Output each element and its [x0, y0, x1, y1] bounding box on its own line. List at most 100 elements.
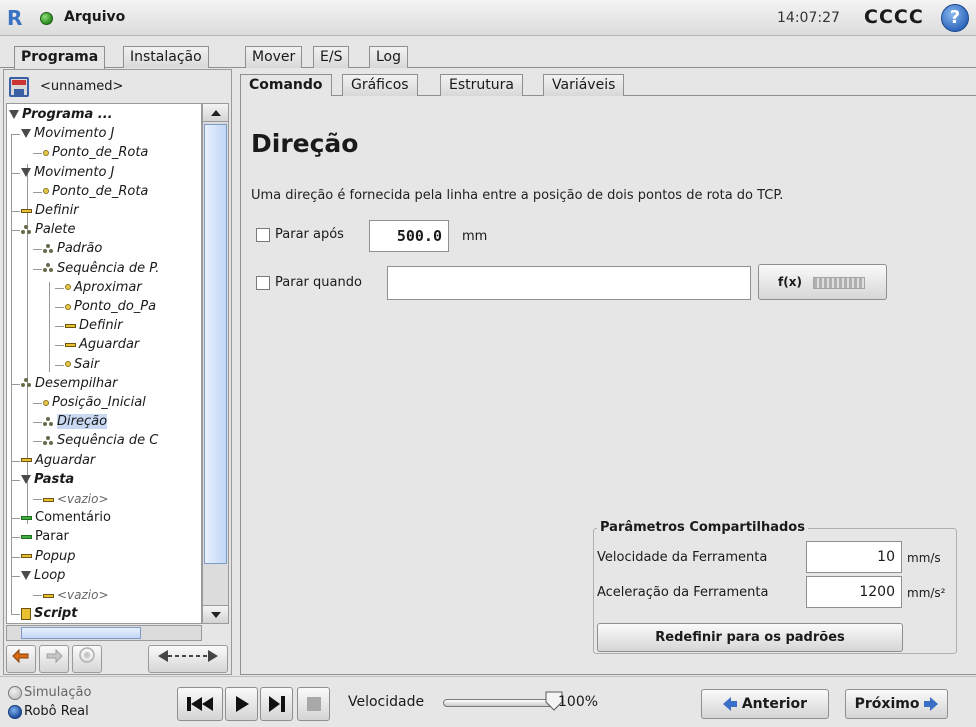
tree-connector — [11, 383, 20, 385]
tree-horizontal-scrollbar[interactable] — [6, 625, 202, 641]
tree-node[interactable]: Programa ... — [9, 106, 113, 124]
tree-node[interactable]: Popup — [21, 548, 76, 566]
program-tree[interactable]: Programa ... Movimento J Ponto_de_Rota Movi… — [6, 103, 202, 624]
tree-node[interactable]: Parar — [21, 528, 69, 546]
tree-node[interactable]: Script — [21, 605, 77, 623]
play-button[interactable] — [225, 687, 258, 721]
direction-description: Uma direção é fornecida pela linha entre… — [251, 188, 784, 203]
bar-icon — [65, 342, 76, 347]
tab-comando[interactable]: Comando — [240, 74, 332, 97]
tree-node[interactable]: Direção — [43, 413, 108, 431]
tree-node[interactable]: Aproximar — [65, 279, 142, 297]
tree-node[interactable]: <vazio> — [43, 490, 109, 508]
step-icon — [268, 696, 285, 712]
scroll-up-button[interactable] — [203, 104, 228, 122]
tree-connector — [33, 441, 42, 443]
step-button[interactable] — [260, 687, 293, 721]
expression-editor-button[interactable]: f(x) — [758, 264, 887, 300]
tree-node[interactable]: <vazio> — [43, 586, 109, 604]
stop-when-checkbox[interactable] — [256, 276, 270, 290]
waypoint-icon — [65, 361, 71, 368]
undo-button[interactable] — [6, 645, 36, 673]
tab-programa[interactable]: Programa — [14, 46, 106, 69]
shared-parameters-group: Parâmetros Compartilhados Velocidade da … — [593, 520, 957, 654]
node-tab-bar: Comando Gráficos Estrutura Variáveis — [240, 74, 976, 97]
tool-acceleration-input[interactable]: 1200 — [806, 576, 902, 608]
tree-node[interactable]: Pasta — [21, 471, 74, 489]
stop-when-row[interactable]: Parar quando — [256, 270, 386, 298]
skip-back-icon — [187, 697, 213, 711]
tree-node[interactable]: Definir — [65, 317, 123, 335]
tree-node[interactable]: Sequência de C — [43, 432, 158, 450]
tree-node[interactable]: Movimento J — [21, 164, 114, 182]
previous-button[interactable]: Anterior — [701, 689, 829, 719]
help-button[interactable]: ? — [941, 4, 969, 32]
tree-node[interactable]: Ponto_do_Pa — [65, 298, 156, 316]
real-robot-radio[interactable] — [8, 705, 22, 719]
tree-node-label: Popup — [35, 548, 76, 564]
tree-node[interactable]: Ponto_de_Rota — [43, 144, 148, 162]
command-panel: Direção Uma direção é fornecida pela lin… — [240, 96, 976, 675]
tree-node[interactable]: Movimento J — [21, 125, 114, 143]
redo-button[interactable] — [39, 645, 69, 673]
real-robot-option[interactable]: Robô Real — [8, 704, 148, 722]
tree-node[interactable]: Sair — [65, 356, 99, 374]
triangle-icon — [21, 167, 31, 177]
speed-label: Velocidade — [348, 694, 425, 710]
tab-mover[interactable]: Mover — [245, 46, 303, 68]
tree-node[interactable]: Aguardar — [65, 336, 139, 354]
tree-node-label: Desempilhar — [35, 375, 118, 391]
tree-node[interactable]: Posição_Inicial — [43, 394, 146, 412]
tree-toolbar — [6, 645, 231, 673]
tree-node-label: Palete — [35, 222, 76, 238]
suppress-button[interactable] — [72, 645, 102, 673]
stop-after-checkbox[interactable] — [256, 228, 270, 242]
speed-slider[interactable] — [443, 699, 554, 707]
tab-estrutura[interactable]: Estrutura — [440, 74, 523, 96]
waypoint-icon — [43, 399, 49, 406]
simulation-option[interactable]: Simulação — [8, 685, 148, 703]
tree-node[interactable]: Comentário — [21, 509, 111, 527]
tab-log[interactable]: Log — [369, 46, 409, 68]
suppress-icon — [79, 647, 95, 663]
tree-node[interactable]: Aguardar — [21, 452, 95, 470]
tree-node-label: Movimento J — [34, 126, 115, 142]
tree-vertical-scrollbar[interactable] — [202, 103, 229, 624]
play-icon — [235, 696, 249, 712]
tree-node[interactable]: Desempilhar — [21, 375, 117, 393]
waypoint-icon — [43, 188, 49, 195]
arrow-left-icon — [722, 697, 731, 711]
tab-instalacao[interactable]: Instalação — [123, 46, 209, 68]
stop-after-distance-input[interactable]: 500.0 — [369, 220, 449, 252]
tree-node[interactable]: Loop — [21, 567, 65, 585]
tab-graficos[interactable]: Gráficos — [342, 74, 418, 96]
stop-when-expression-input[interactable] — [387, 266, 751, 300]
tree-node-label: Comentário — [35, 510, 111, 526]
skip-back-button[interactable] — [177, 687, 223, 721]
file-menu[interactable]: Arquivo — [64, 9, 125, 25]
reset-defaults-button[interactable]: Redefinir para os padrões — [597, 623, 903, 652]
scroll-down-button[interactable] — [203, 605, 228, 623]
tree-connector — [11, 518, 20, 520]
tree-node[interactable]: Sequência de P. — [43, 260, 159, 278]
tree-node[interactable]: Palete — [21, 221, 76, 239]
tab-variaveis[interactable]: Variáveis — [543, 74, 625, 96]
tree-node[interactable]: Ponto_de_Rota — [43, 183, 148, 201]
real-robot-label: Robô Real — [24, 704, 89, 719]
stop-button[interactable] — [297, 687, 330, 721]
stop-after-row[interactable]: Parar após — [256, 222, 376, 250]
tree-node[interactable]: Definir — [21, 202, 79, 220]
next-button[interactable]: Próximo — [845, 689, 948, 719]
triangle-icon — [9, 110, 19, 119]
hscroll-thumb[interactable] — [21, 627, 141, 639]
tree-node[interactable]: Padrão — [43, 240, 102, 258]
move-node-button[interactable] — [148, 645, 228, 673]
scroll-thumb[interactable] — [204, 124, 227, 564]
simulation-radio[interactable] — [8, 686, 22, 700]
tool-speed-input[interactable]: 10 — [806, 541, 902, 573]
save-icon[interactable] — [9, 77, 29, 97]
tree-connector — [11, 172, 20, 174]
tree-connector — [55, 364, 64, 366]
pallet-icon — [43, 263, 54, 273]
tab-es[interactable]: E/S — [313, 46, 350, 68]
